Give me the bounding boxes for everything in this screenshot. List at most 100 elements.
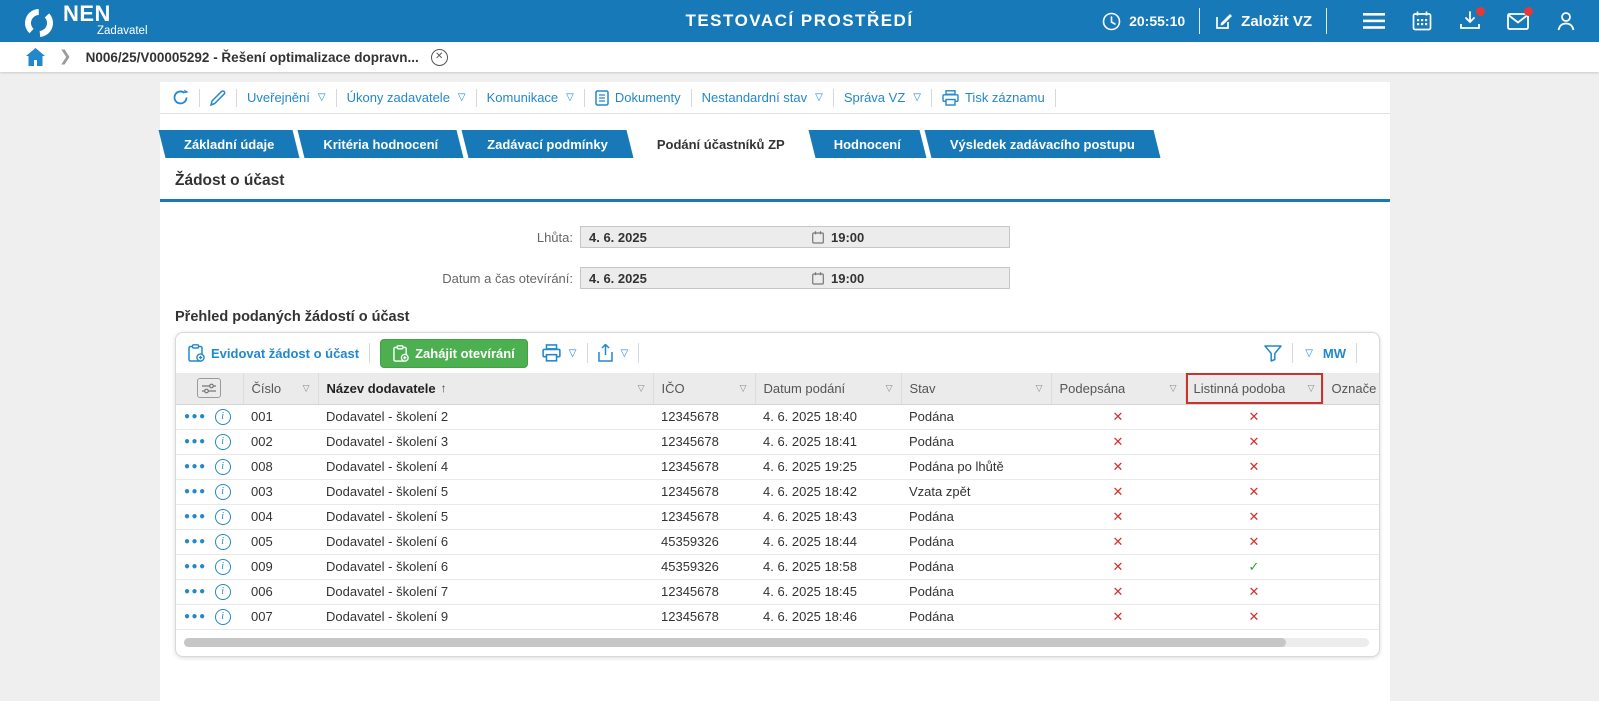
clock-icon xyxy=(1102,12,1121,30)
listinna-mark: ✓ xyxy=(1248,558,1260,574)
column-filter-icon[interactable]: ▽ xyxy=(297,383,310,394)
info-icon[interactable]: i xyxy=(214,408,231,425)
profile-button[interactable] xyxy=(1551,6,1581,36)
clipboard-open-icon xyxy=(393,344,409,362)
menu-sprava-vz[interactable]: Správa VZ ▽ xyxy=(844,90,921,105)
home-icon[interactable] xyxy=(26,48,45,66)
tab-zadavaci-podminky[interactable]: Zadávací podmínky xyxy=(465,130,630,158)
inbox-button[interactable] xyxy=(1455,6,1485,36)
zahajit-otevirani-button[interactable]: Zahájit otevírání xyxy=(380,338,528,368)
lhuta-date-value: 4. 6. 2025 xyxy=(589,229,647,245)
tab-hodnoceni[interactable]: Hodnocení xyxy=(812,130,923,158)
menu-label: Správa VZ xyxy=(843,90,906,105)
menu-dokumenty[interactable]: Dokumenty xyxy=(595,89,681,106)
header-nazev-dodavatele[interactable]: Název dodavatele ↑ ▽ xyxy=(318,373,654,405)
close-tab-icon[interactable]: ✕ xyxy=(430,48,448,66)
menu-button[interactable] xyxy=(1359,6,1389,36)
tab-kriteria-hodnoceni[interactable]: Kritéria hodnocení xyxy=(301,130,460,158)
scrollbar-thumb[interactable] xyxy=(184,637,1287,647)
tab-zakladni-udaje[interactable]: Základní údaje xyxy=(162,130,296,158)
header-oznacena[interactable]: Označe xyxy=(1323,373,1379,405)
info-icon[interactable]: i xyxy=(214,433,231,450)
header-stav[interactable]: Stav ▽ xyxy=(901,373,1052,405)
table-row[interactable]: ●●● i 002 Dodavatel - školení 3 12345678 4. … xyxy=(176,429,1379,455)
listinna-mark: ✕ xyxy=(1248,433,1260,449)
info-icon[interactable]: i xyxy=(214,558,231,575)
filter-button[interactable] xyxy=(1264,344,1282,362)
column-config-icon[interactable] xyxy=(197,378,222,399)
horizontal-scrollbar[interactable] xyxy=(184,637,1369,647)
row-menu-icon[interactable]: ●●● xyxy=(184,586,207,597)
print-table-button[interactable]: ▽ xyxy=(542,344,577,362)
table-scroll-area[interactable]: Číslo ▽ Název dodavatele ↑ ▽ IČO ▽ Datum pod… xyxy=(176,373,1379,630)
breadcrumb-item[interactable]: N006/25/V00005292 - Řešení optimalizace … xyxy=(86,50,419,65)
edit-record-button[interactable] xyxy=(210,89,226,106)
export-button[interactable]: ▽ xyxy=(597,344,628,362)
podepsana-mark: ✕ xyxy=(1112,408,1124,424)
tab-vysledek-zadavaciho-postupu[interactable]: Výsledek zadávacího postupu xyxy=(928,130,1157,158)
table-row[interactable]: ●●● i 004 Dodavatel - školení 5 12345678 4. … xyxy=(176,504,1379,530)
column-filter-icon[interactable]: ▽ xyxy=(632,383,645,394)
podepsana-mark: ✕ xyxy=(1112,508,1124,524)
column-filter-icon[interactable]: ▽ xyxy=(734,383,747,394)
chevron-down-icon: ▽ xyxy=(457,92,466,103)
lhuta-field: 4. 6. 2025 19:00 xyxy=(580,226,1010,248)
refresh-button[interactable] xyxy=(172,89,189,106)
table-row[interactable]: ●●● i 001 Dodavatel - školení 2 12345678 4. … xyxy=(176,404,1379,430)
nen-logo-icon xyxy=(25,8,53,37)
column-filter-icon[interactable]: ▽ xyxy=(880,383,893,394)
column-filter-icon[interactable]: ▽ xyxy=(1302,383,1315,394)
info-icon[interactable]: i xyxy=(214,483,231,500)
header-cislo[interactable]: Číslo ▽ xyxy=(243,373,319,405)
header-ico[interactable]: IČO ▽ xyxy=(653,373,756,405)
info-icon[interactable]: i xyxy=(214,508,231,525)
menu-komunikace[interactable]: Komunikace ▽ xyxy=(487,90,574,105)
row-menu-icon[interactable]: ●●● xyxy=(184,536,207,547)
table-toolbar: Evidovat žádost o účast Zahájit otevírán… xyxy=(176,333,1379,373)
table-row[interactable]: ●●● i 003 Dodavatel - školení 5 12345678 4. … xyxy=(176,479,1379,505)
menu-ukony-zadavatele[interactable]: Úkony zadavatele ▽ xyxy=(347,90,466,105)
table-row[interactable]: ●●● i 008 Dodavatel - školení 4 12345678 4. … xyxy=(176,454,1379,480)
row-menu-icon[interactable]: ●●● xyxy=(184,611,207,622)
table-row[interactable]: ●●● i 005 Dodavatel - školení 6 45359326 4. … xyxy=(176,529,1379,555)
menu-nestandardni-stav[interactable]: Nestandardní stav ▽ xyxy=(702,90,823,105)
info-icon[interactable]: i xyxy=(214,533,231,550)
row-menu-icon[interactable]: ●●● xyxy=(184,461,207,472)
calendar-button[interactable] xyxy=(1407,6,1437,36)
header-podepsana[interactable]: Podepsána ▽ xyxy=(1051,373,1186,405)
info-icon[interactable]: i xyxy=(214,583,231,600)
lhuta-label: Lhůta: xyxy=(536,229,573,245)
row-menu-icon[interactable]: ●●● xyxy=(184,486,207,497)
column-filter-icon[interactable]: ▽ xyxy=(1164,383,1177,394)
messages-button[interactable] xyxy=(1503,6,1533,36)
print-record-button[interactable]: Tisk záznamu xyxy=(942,89,1045,106)
view-selector[interactable]: ▽ MW xyxy=(1303,346,1346,361)
nen-logo[interactable]: NEN Zadavatel xyxy=(22,2,148,40)
row-menu-icon[interactable]: ●●● xyxy=(184,561,207,572)
edit-icon xyxy=(1216,13,1233,29)
column-filter-icon[interactable]: ▽ xyxy=(1030,383,1043,394)
table-row[interactable]: ●●● i 007 Dodavatel - školení 9 12345678 4. … xyxy=(176,604,1379,630)
separator xyxy=(1054,88,1056,107)
header-datum-podani[interactable]: Datum podání ▽ xyxy=(755,373,902,405)
tab-podani-ucastniku-zp[interactable]: Podání účastníků ZP xyxy=(635,130,807,158)
menu-label: Uveřejnění xyxy=(247,90,310,105)
separator xyxy=(586,343,588,363)
menu-uverejneni[interactable]: Uveřejnění ▽ xyxy=(247,90,326,105)
table-row[interactable]: ●●● i 006 Dodavatel - školení 7 12345678 4. … xyxy=(176,579,1379,605)
table-header-row: Číslo ▽ Název dodavatele ↑ ▽ IČO ▽ Datum pod… xyxy=(176,373,1379,405)
server-time: 20:55:10 xyxy=(1102,12,1185,31)
info-icon[interactable]: i xyxy=(214,608,231,625)
evidovat-zadost-button[interactable]: Evidovat žádost o účast xyxy=(188,344,359,362)
row-menu-icon[interactable]: ●●● xyxy=(184,436,207,447)
printer-icon xyxy=(542,344,561,362)
row-menu-icon[interactable]: ●●● xyxy=(184,511,207,522)
user-icon xyxy=(1557,12,1575,31)
filter-funnel-icon xyxy=(1264,344,1282,362)
menu-label: Tisk záznamu xyxy=(964,90,1045,105)
table-row[interactable]: ●●● i 009 Dodavatel - školení 6 45359326 4. … xyxy=(176,554,1379,580)
header-listinna-podoba[interactable]: Listinná podoba ▽ xyxy=(1185,373,1324,405)
info-icon[interactable]: i xyxy=(214,458,231,475)
create-vz-button[interactable]: Založit VZ xyxy=(1214,12,1312,31)
row-menu-icon[interactable]: ●●● xyxy=(184,411,207,422)
